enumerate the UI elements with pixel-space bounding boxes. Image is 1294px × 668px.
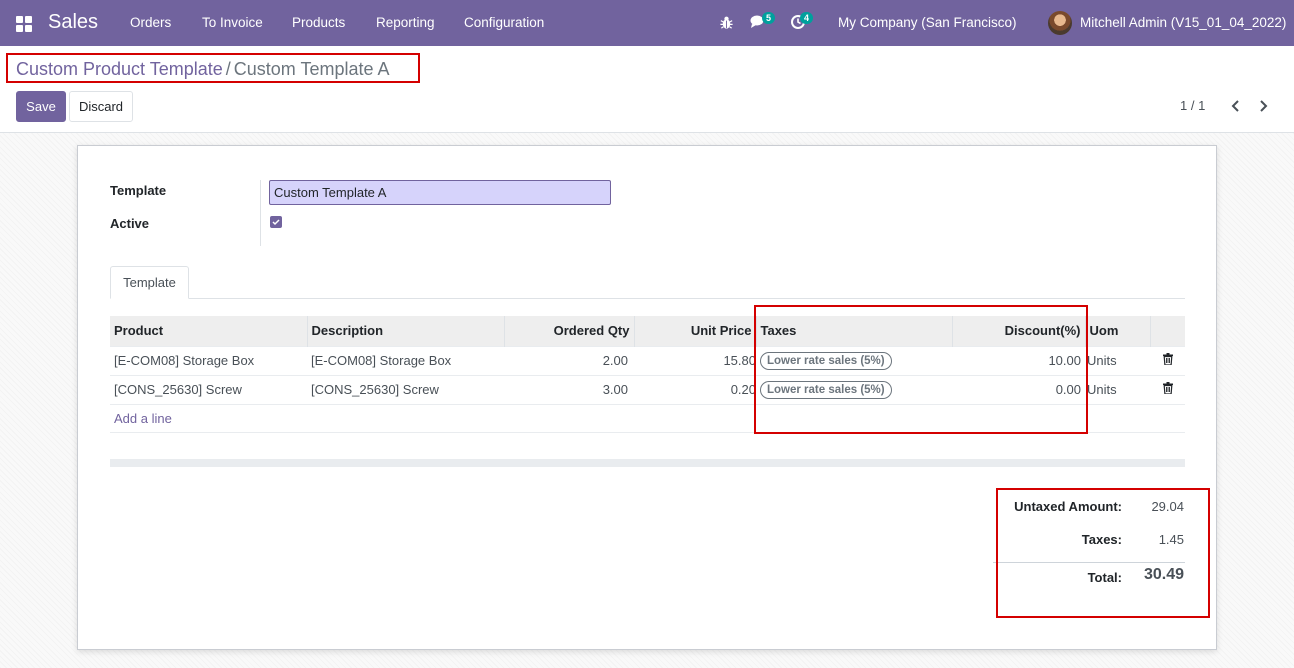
- column-header-description[interactable]: Description: [307, 316, 505, 346]
- column-header-uom[interactable]: Uom: [1085, 316, 1151, 346]
- pager-previous-chevron-icon[interactable]: [1226, 96, 1246, 116]
- debug-bug-icon[interactable]: [719, 15, 734, 30]
- active-field-label: Active: [110, 216, 150, 231]
- taxes-value: 1.45: [1158, 532, 1184, 547]
- cell-description[interactable]: [E-COM08] Storage Box: [307, 345, 504, 375]
- company-switcher[interactable]: My Company (San Francisco): [838, 15, 1017, 30]
- tax-tag[interactable]: Lower rate sales (5%): [760, 351, 892, 370]
- cell-ordered-qty[interactable]: 3.00: [504, 374, 634, 404]
- control-panel: Custom Product Template / Custom Template …: [0, 46, 1294, 133]
- taxes-label: Taxes:: [1081, 532, 1122, 547]
- table-row[interactable]: [E-COM08] Storage Box [E-COM08] Storage …: [110, 345, 1185, 375]
- cell-unit-price[interactable]: 0.20: [634, 374, 756, 404]
- total-value: 30.49: [1143, 566, 1184, 583]
- menu-products[interactable]: Products: [292, 15, 345, 30]
- trash-icon[interactable]: [1162, 382, 1173, 397]
- cell-uom[interactable]: Units: [1085, 374, 1150, 404]
- cell-delete: [1150, 374, 1185, 404]
- menu-reporting[interactable]: Reporting: [376, 15, 435, 30]
- cell-product[interactable]: [E-COM08] Storage Box: [110, 345, 307, 375]
- breadcrumb-current: Custom Template A: [233, 59, 390, 79]
- cell-discount[interactable]: 10.00: [952, 345, 1085, 375]
- cell-uom[interactable]: Units: [1085, 345, 1150, 375]
- save-button[interactable]: Save: [16, 91, 66, 122]
- user-menu[interactable]: Mitchell Admin (V15_01_04_2022): [1080, 15, 1286, 30]
- menu-orders[interactable]: Orders: [130, 15, 171, 30]
- column-header-product[interactable]: Product: [110, 316, 308, 346]
- order-lines-table: Product Description Ordered Qty Unit Pri…: [110, 316, 1185, 433]
- table-row[interactable]: [CONS_25630] Screw [CONS_25630] Screw 3.…: [110, 374, 1185, 404]
- tax-tag[interactable]: Lower rate sales (5%): [760, 380, 892, 399]
- apps-menu-icon[interactable]: [16, 16, 32, 32]
- tab-border-line: [110, 298, 1185, 299]
- column-header-ordered-qty[interactable]: Ordered Qty: [504, 316, 635, 346]
- field-divider: [260, 180, 261, 246]
- totals-divider: [993, 562, 1185, 563]
- user-avatar[interactable]: [1048, 11, 1072, 35]
- template-name-input[interactable]: [269, 180, 611, 205]
- trash-icon[interactable]: [1162, 353, 1173, 368]
- total-label: Total:: [1087, 570, 1122, 585]
- cell-ordered-qty[interactable]: 2.00: [504, 345, 634, 375]
- breadcrumb: Custom Product Template / Custom Template …: [16, 59, 390, 80]
- pager-next-chevron-icon[interactable]: [1253, 96, 1273, 116]
- column-header-unit-price[interactable]: Unit Price: [634, 316, 757, 346]
- top-navbar: Sales Orders To Invoice Products Reporti…: [0, 0, 1294, 46]
- column-header-taxes[interactable]: Taxes: [756, 316, 953, 346]
- breadcrumb-separator: /: [225, 59, 231, 79]
- breadcrumb-parent-link[interactable]: Custom Product Template: [16, 59, 223, 79]
- column-header-discount[interactable]: Discount(%): [952, 316, 1086, 346]
- discard-button[interactable]: Discard: [69, 91, 133, 122]
- add-a-line-link[interactable]: Add a line: [114, 411, 172, 426]
- active-checkbox[interactable]: [270, 216, 282, 228]
- section-separator-bar: [110, 459, 1185, 467]
- cell-unit-price[interactable]: 15.80: [634, 345, 756, 375]
- cell-product[interactable]: [CONS_25630] Screw: [110, 374, 307, 404]
- template-field-label: Template: [110, 183, 167, 198]
- cell-taxes[interactable]: Lower rate sales (5%): [756, 374, 952, 404]
- messages-badge: 5: [762, 12, 776, 24]
- add-line-row: Add a line: [110, 403, 1185, 433]
- app-name[interactable]: Sales: [48, 11, 98, 34]
- column-header-actions: [1150, 316, 1185, 346]
- tab-template[interactable]: Template: [110, 266, 189, 299]
- untaxed-amount-value: 29.04: [1151, 499, 1184, 514]
- untaxed-amount-label: Untaxed Amount:: [1014, 499, 1122, 514]
- pager-value[interactable]: 1 / 1: [1180, 98, 1205, 113]
- cell-description[interactable]: [CONS_25630] Screw: [307, 374, 504, 404]
- cell-taxes[interactable]: Lower rate sales (5%): [756, 345, 952, 375]
- cell-delete: [1150, 345, 1185, 375]
- menu-to-invoice[interactable]: To Invoice: [202, 15, 263, 30]
- form-sheet: Template Active Template Product Descrip…: [77, 145, 1217, 650]
- cell-discount[interactable]: 0.00: [952, 374, 1085, 404]
- table-header-row: Product Description Ordered Qty Unit Pri…: [110, 316, 1185, 346]
- menu-configuration[interactable]: Configuration: [464, 15, 544, 30]
- activities-badge: 4: [800, 12, 814, 24]
